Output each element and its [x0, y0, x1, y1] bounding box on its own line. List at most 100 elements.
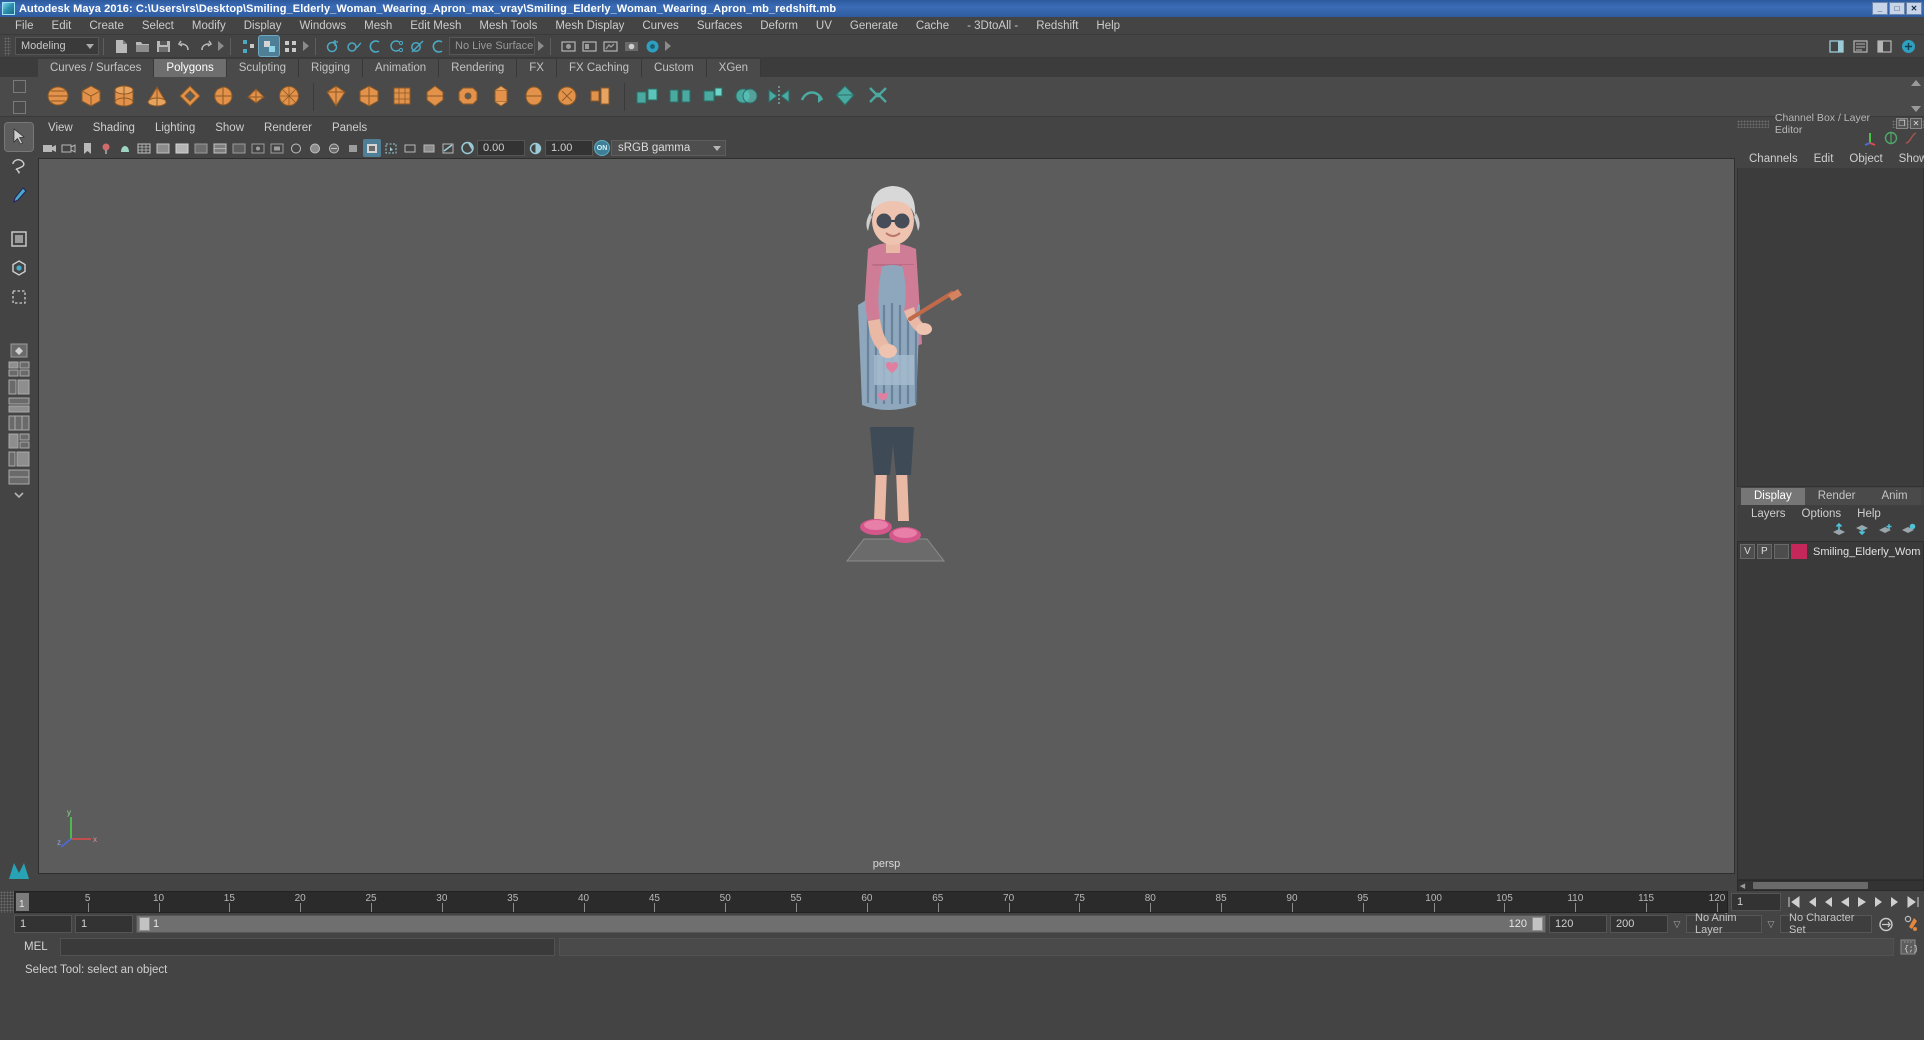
panel-menu-lighting[interactable]: Lighting: [145, 119, 205, 138]
new-scene-icon[interactable]: [111, 36, 131, 56]
toolbar-collapse-arrow-4[interactable]: [663, 38, 673, 54]
close-button[interactable]: ✕: [1906, 2, 1922, 15]
channel-box-icon[interactable]: [1898, 36, 1918, 56]
character-set-selector[interactable]: No Character Set: [1780, 912, 1872, 936]
command-language-label[interactable]: MEL: [14, 941, 56, 953]
xray-active-components-icon[interactable]: [268, 139, 286, 157]
select-tool[interactable]: [4, 122, 34, 152]
go-to-end-icon[interactable]: [1905, 893, 1921, 912]
snap-to-view-plane-icon[interactable]: [407, 36, 427, 56]
retopologize-icon[interactable]: [864, 82, 894, 112]
hypershade-persp-icon[interactable]: [4, 414, 34, 431]
tool-settings-icon[interactable]: [1874, 36, 1894, 56]
layer-state-toggle[interactable]: [1773, 544, 1789, 559]
layer-color-swatch[interactable]: [1790, 544, 1807, 559]
save-scene-icon[interactable]: [153, 36, 173, 56]
shelf-scroll-up-icon[interactable]: [1911, 80, 1921, 86]
play-forwards-icon[interactable]: [1854, 893, 1870, 912]
statusbar-gripper[interactable]: [4, 36, 11, 56]
new-layer-from-selected-icon[interactable]: [1901, 523, 1916, 541]
mirror-icon[interactable]: [765, 82, 795, 112]
rotate-tool[interactable]: [5, 254, 33, 282]
shelf-tab-animation[interactable]: Animation: [363, 59, 440, 77]
motion-blur-icon[interactable]: [401, 139, 419, 157]
animation-end-time-field[interactable]: 200: [1610, 915, 1668, 933]
use-all-lights-icon[interactable]: [344, 139, 362, 157]
menu-surfaces[interactable]: Surfaces: [688, 17, 751, 35]
wireframe-on-shaded-icon[interactable]: [211, 139, 229, 157]
minimize-button[interactable]: _: [1872, 2, 1888, 15]
undo-icon[interactable]: [174, 36, 194, 56]
snap-to-grid-icon[interactable]: [323, 36, 343, 56]
step-back-frame-icon[interactable]: [1820, 893, 1836, 912]
shelf-tab-custom[interactable]: Custom: [642, 59, 707, 77]
range-slider-bar[interactable]: 1 120: [136, 915, 1546, 933]
shelf-tab-polygons[interactable]: Polygons: [154, 59, 227, 77]
animation-preferences-icon[interactable]: [1900, 914, 1924, 934]
four-view-icon[interactable]: [4, 360, 34, 377]
channel-box-menu-object[interactable]: Object: [1841, 153, 1890, 165]
outliner-persp-icon[interactable]: [4, 378, 34, 395]
poly-pipe-icon[interactable]: [388, 82, 418, 112]
time-slider[interactable]: 1 5 10 15 20 25 30 35 40 45 50 55 60 65 70 75 80 85 90 95 1…: [14, 891, 1728, 913]
poly-disc-icon[interactable]: [242, 82, 272, 112]
screen-space-ao-icon[interactable]: [382, 139, 400, 157]
command-output-field[interactable]: [559, 938, 1894, 956]
scale-tool[interactable]: [5, 283, 33, 311]
poly-platonic-icon[interactable]: [275, 82, 305, 112]
poly-cube-icon[interactable]: [77, 82, 107, 112]
smooth-shade-all-icon[interactable]: [173, 139, 191, 157]
persp-hypergraph-icon[interactable]: [4, 432, 34, 449]
extract-icon[interactable]: [699, 82, 729, 112]
anim-layer-selector[interactable]: No Anim Layer: [1686, 912, 1762, 936]
channel-box-attribute-list[interactable]: [1737, 168, 1924, 487]
shelf-options-menu-icon[interactable]: [12, 101, 26, 114]
exposure-icon[interactable]: [458, 139, 476, 157]
two-sided-lighting-icon[interactable]: [116, 139, 134, 157]
poly-sphere-icon[interactable]: [44, 82, 74, 112]
poly-gear-icon[interactable]: [454, 82, 484, 112]
close-panel-button[interactable]: ✕: [1910, 118, 1922, 129]
ipr-render-icon[interactable]: [579, 36, 599, 56]
reduce-icon[interactable]: [831, 82, 861, 112]
menu-windows[interactable]: Windows: [290, 17, 355, 35]
channel-box-menu-channels[interactable]: Channels: [1741, 153, 1806, 165]
layer-menu-help[interactable]: Help: [1849, 508, 1889, 520]
scroll-left-icon[interactable]: ◀: [1738, 882, 1747, 890]
menu-generate[interactable]: Generate: [841, 17, 907, 35]
go-to-start-icon[interactable]: [1786, 893, 1802, 912]
poly-plane-icon[interactable]: [209, 82, 239, 112]
tab-anim-layers[interactable]: Anim: [1868, 488, 1921, 505]
script-editor-icon[interactable]: {;}: [1898, 937, 1918, 957]
grid-toggle-icon[interactable]: [135, 139, 153, 157]
panel-menu-show[interactable]: Show: [205, 119, 254, 138]
shelf-tab-rendering[interactable]: Rendering: [439, 59, 518, 77]
redo-icon[interactable]: [195, 36, 215, 56]
menu-mesh[interactable]: Mesh: [355, 17, 401, 35]
snap-to-point-icon[interactable]: [365, 36, 385, 56]
menu-edit[interactable]: Edit: [43, 17, 81, 35]
toolbar-collapse-arrow-1[interactable]: [216, 38, 226, 54]
character-set-dropdown-icon[interactable]: ▽: [1765, 919, 1777, 930]
booleans-icon[interactable]: [732, 82, 762, 112]
wireframe-shading-icon[interactable]: [154, 139, 172, 157]
menu-3dtoall[interactable]: - 3DtoAll -: [958, 17, 1027, 35]
undock-button[interactable]: ❐: [1896, 118, 1908, 129]
poly-torus-icon[interactable]: [176, 82, 206, 112]
image-plane-icon[interactable]: [97, 139, 115, 157]
xray-joints-icon[interactable]: [249, 139, 267, 157]
tab-render-layers[interactable]: Render: [1804, 488, 1869, 505]
paint-select-tool[interactable]: [5, 181, 33, 209]
new-layer-icon[interactable]: [1878, 523, 1893, 541]
sidebar-toggle-icon[interactable]: [1826, 36, 1846, 56]
shaded-textured-icon[interactable]: [306, 139, 324, 157]
move-layer-down-icon[interactable]: [1855, 523, 1870, 541]
make-live-icon[interactable]: [428, 36, 448, 56]
current-frame-field[interactable]: 1: [1731, 893, 1781, 911]
poly-super-ellipse-icon[interactable]: [520, 82, 550, 112]
smooth-icon[interactable]: [798, 82, 828, 112]
auto-keyframe-icon[interactable]: [1875, 914, 1897, 934]
shelf-tab-fx[interactable]: FX: [517, 59, 557, 77]
menu-deform[interactable]: Deform: [751, 17, 807, 35]
select-by-component-icon[interactable]: [280, 36, 300, 56]
